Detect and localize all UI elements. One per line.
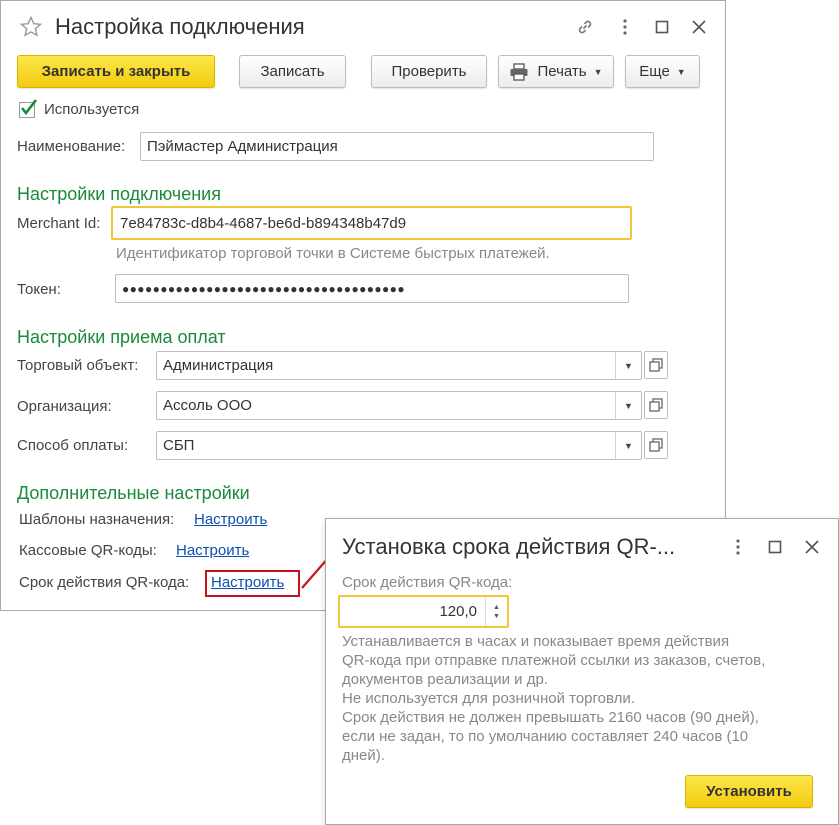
checkmark-icon bbox=[20, 99, 38, 116]
open-copy-icon bbox=[649, 438, 663, 452]
ttl-number-field[interactable]: 120,0 ▲ ▼ bbox=[338, 595, 509, 628]
store-select[interactable]: Администрация ▼ bbox=[156, 351, 642, 380]
more-button[interactable]: Еще ▼ bbox=[625, 55, 700, 88]
merchant-id-field[interactable]: 7e84783c-d8b4-4687-be6d-b894348b47d9 bbox=[111, 206, 632, 240]
save-and-close-button[interactable]: Записать и закрыть bbox=[17, 55, 215, 88]
print-button-label: Печать bbox=[537, 63, 587, 80]
printer-icon bbox=[510, 62, 528, 81]
store-label: Торговый объект: bbox=[17, 357, 139, 374]
merchant-id-hint: Идентификатор торговой точки в Системе б… bbox=[116, 245, 550, 262]
maximize-icon[interactable] bbox=[768, 540, 782, 558]
spinner-buttons[interactable]: ▲ ▼ bbox=[485, 597, 507, 626]
ttl-number-value: 120,0 bbox=[439, 603, 477, 620]
ttl-description-line: Устанавливается в часах и показывает вре… bbox=[342, 633, 730, 650]
section-connection-title: Настройки подключения bbox=[17, 184, 221, 204]
favorite-star-icon[interactable] bbox=[19, 15, 43, 43]
spin-up-icon[interactable]: ▲ bbox=[493, 603, 500, 612]
templates-label: Шаблоны назначения: bbox=[19, 511, 175, 528]
section-payments-title: Настройки приема оплат bbox=[17, 327, 226, 347]
more-vertical-icon[interactable] bbox=[617, 17, 633, 41]
open-copy-icon bbox=[649, 398, 663, 412]
qr-ttl-label: Срок действия QR-кода: bbox=[19, 574, 190, 591]
organization-label: Организация: bbox=[17, 398, 112, 415]
set-button[interactable]: Установить bbox=[685, 775, 813, 808]
used-checkbox[interactable] bbox=[19, 99, 38, 118]
more-vertical-icon[interactable] bbox=[730, 537, 746, 561]
ttl-description: Устанавливается в часах и показывает вре… bbox=[342, 632, 822, 765]
save-button[interactable]: Записать bbox=[239, 55, 346, 88]
close-icon[interactable] bbox=[804, 539, 820, 559]
open-copy-icon bbox=[649, 358, 663, 372]
ttl-description-line: дней). bbox=[342, 747, 385, 764]
ttl-description-line: если не задан, то по умолчанию составляе… bbox=[342, 728, 749, 745]
dropdown-arrow-icon[interactable]: ▼ bbox=[615, 352, 641, 379]
qr-ttl-dialog: Установка срока действия QR-... Срок дей… bbox=[325, 518, 839, 825]
token-field-value: ●●●●●●●●●●●●●●●●●●●●●●●●●●●●●●●●●●●●● bbox=[122, 281, 405, 296]
ttl-description-line: Не используется для розничной торговли. bbox=[342, 690, 635, 707]
payment-method-select-value: СБП bbox=[163, 437, 195, 454]
store-select-value: Администрация bbox=[163, 357, 274, 374]
organization-select[interactable]: Ассоль ООО ▼ bbox=[156, 391, 642, 420]
cash-qr-label: Кассовые QR-коды: bbox=[19, 542, 157, 559]
spin-down-icon[interactable]: ▼ bbox=[493, 612, 500, 621]
print-button[interactable]: Печать ▼ bbox=[498, 55, 614, 88]
window-title: Настройка подключения bbox=[55, 14, 305, 39]
token-label: Токен: bbox=[17, 281, 61, 298]
templates-configure-link[interactable]: Настроить bbox=[194, 511, 267, 528]
open-organization-button[interactable] bbox=[644, 391, 668, 419]
payment-method-label: Способ оплаты: bbox=[17, 437, 129, 454]
maximize-icon[interactable] bbox=[655, 20, 669, 38]
cash-qr-configure-link[interactable]: Настроить bbox=[176, 542, 249, 559]
name-field[interactable]: Пэймастер Администрация bbox=[140, 132, 654, 161]
close-icon[interactable] bbox=[691, 19, 707, 39]
merchant-id-label: Merchant Id: bbox=[17, 215, 101, 232]
more-button-label: Еще bbox=[639, 63, 670, 80]
dialog-title: Установка срока действия QR-... bbox=[342, 534, 676, 559]
open-store-button[interactable] bbox=[644, 351, 668, 379]
ttl-description-line: Срок действия не должен превышать 2160 ч… bbox=[342, 709, 759, 726]
open-payment-method-button[interactable] bbox=[644, 431, 668, 459]
name-field-value: Пэймастер Администрация bbox=[147, 138, 338, 155]
check-button[interactable]: Проверить bbox=[371, 55, 487, 88]
dropdown-arrow-icon[interactable]: ▼ bbox=[615, 392, 641, 419]
ttl-description-line: документов реализации и др. bbox=[342, 671, 548, 688]
merchant-id-value: 7e84783c-d8b4-4687-be6d-b894348b47d9 bbox=[120, 214, 407, 232]
chevron-down-icon: ▼ bbox=[676, 66, 686, 77]
chevron-down-icon: ▼ bbox=[593, 66, 603, 77]
token-field[interactable]: ●●●●●●●●●●●●●●●●●●●●●●●●●●●●●●●●●●●●● bbox=[115, 274, 629, 303]
section-additional-title: Дополнительные настройки bbox=[17, 483, 250, 503]
used-label: Используется bbox=[44, 101, 140, 118]
ttl-description-line: QR-кода при отправке платежной ссылки из… bbox=[342, 652, 766, 669]
organization-select-value: Ассоль ООО bbox=[163, 397, 252, 414]
link-icon[interactable] bbox=[575, 17, 595, 41]
ttl-field-label: Срок действия QR-кода: bbox=[342, 574, 513, 591]
dropdown-arrow-icon[interactable]: ▼ bbox=[615, 432, 641, 459]
qr-ttl-configure-link[interactable]: Настроить bbox=[211, 574, 284, 591]
payment-method-select[interactable]: СБП ▼ bbox=[156, 431, 642, 460]
name-label: Наименование: bbox=[17, 138, 126, 155]
